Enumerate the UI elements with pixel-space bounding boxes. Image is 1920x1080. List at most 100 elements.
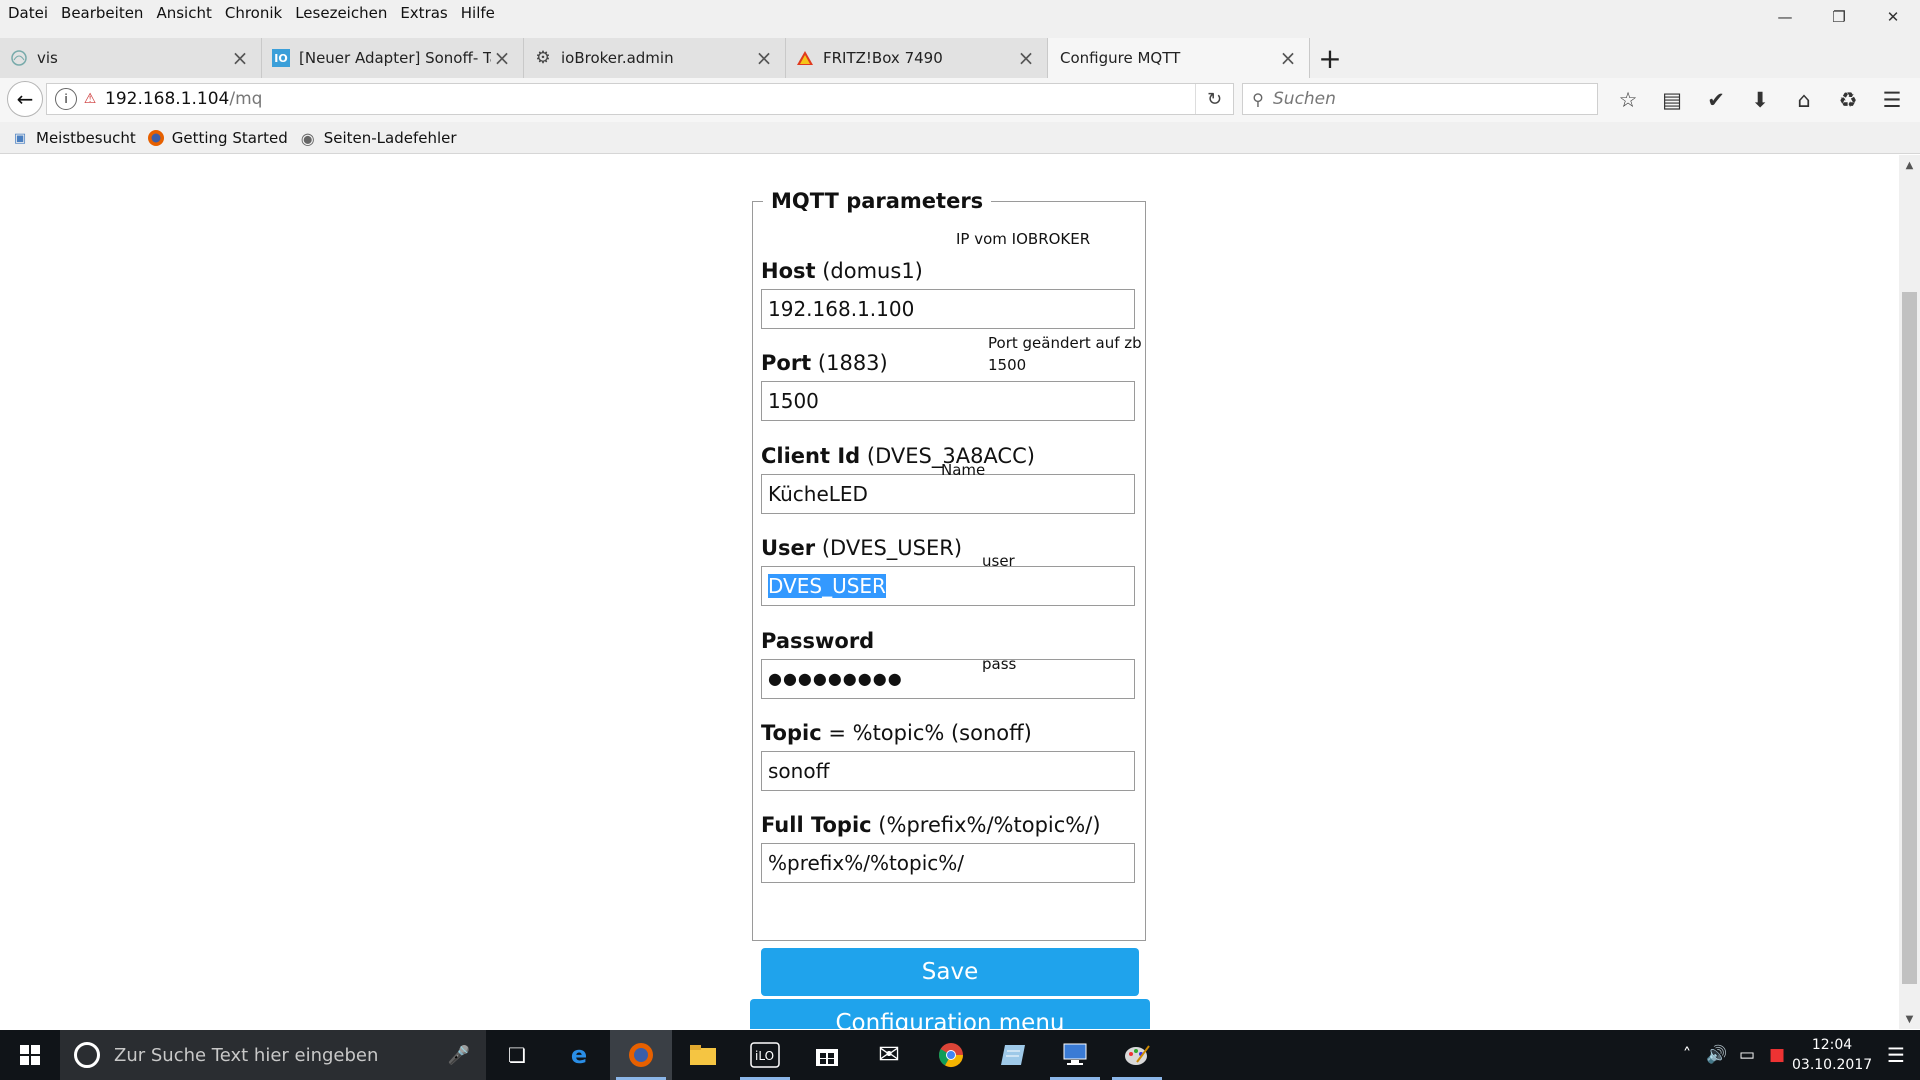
full-topic-input[interactable]: %prefix%/%topic%/	[761, 843, 1135, 883]
full-topic-hint: (%prefix%/%topic%/)	[878, 813, 1101, 837]
vis-icon	[10, 49, 28, 67]
user-annotation: user	[982, 552, 1015, 570]
search-icon: ⚲	[1252, 89, 1264, 109]
close-tab-icon[interactable]: ×	[229, 46, 251, 70]
menu-bearbeiten[interactable]: Bearbeiten	[61, 4, 143, 22]
menu-bar: Datei Bearbeiten Ansicht Chronik Lesezei…	[0, 0, 1920, 26]
client-id-input[interactable]: KücheLED	[761, 474, 1135, 514]
tab-vis[interactable]: vis ×	[0, 38, 262, 78]
topic-field-group: Topic = %topic% (sonoff) sonoff	[761, 719, 1135, 791]
host-annotation: IP vom IOBROKER	[956, 230, 1091, 248]
menu-chronik[interactable]: Chronik	[225, 4, 282, 22]
tab-configure-mqtt[interactable]: Configure MQTT ×	[1048, 38, 1310, 78]
user-field-group: User (DVES_USER) DVES_USER	[761, 534, 1135, 606]
menu-ansicht[interactable]: Ansicht	[156, 4, 211, 22]
taskbar-clock[interactable]: 12:04 03.10.2017	[1792, 1035, 1872, 1075]
home-icon[interactable]: ⌂	[1782, 78, 1826, 122]
insecure-lock-icon: ⚠	[83, 91, 97, 107]
configuration-menu-button[interactable]: Configuration menu	[750, 999, 1150, 1029]
tab-iobroker-admin[interactable]: ⚙ ioBroker.admin ×	[524, 38, 786, 78]
host-label-text: Host	[761, 259, 816, 283]
close-tab-icon[interactable]: ×	[1015, 46, 1037, 70]
scrollbar-thumb[interactable]	[1902, 292, 1917, 984]
mail-icon[interactable]: ✉	[858, 1030, 920, 1080]
close-tab-icon[interactable]: ×	[753, 46, 775, 70]
tab-sonoff-forum[interactable]: IO [Neuer Adapter] Sonoff- Tas ×	[262, 38, 524, 78]
search-bar[interactable]: ⚲ Suchen	[1242, 83, 1598, 115]
remote-desktop-icon[interactable]	[1044, 1030, 1106, 1080]
menu-hilfe[interactable]: Hilfe	[461, 4, 495, 22]
close-tab-icon[interactable]: ×	[491, 46, 513, 70]
store-icon[interactable]	[796, 1030, 858, 1080]
taskbar-apps: ❏ e iLO ✉	[486, 1030, 1168, 1080]
ilo-icon[interactable]: iLO	[734, 1030, 796, 1080]
search-placeholder: Suchen	[1273, 89, 1336, 109]
toolbar-icons: ☆ ▤ ✔ ⬇ ⌂ ♻ ☰	[1606, 78, 1914, 122]
menu-datei[interactable]: Datei	[8, 4, 48, 22]
gear-icon: ⚙	[535, 48, 551, 68]
password-label-text: Password	[761, 629, 875, 653]
close-window-button[interactable]: ✕	[1866, 0, 1920, 34]
url-bar[interactable]: i ⚠ 192.168.1.104/mq ↻	[46, 83, 1234, 115]
page-scrollbar[interactable]: ▲ ▼	[1899, 155, 1920, 1029]
password-field-group: Password ●●●●●●●●●	[761, 627, 1135, 699]
firefox-taskbar-icon[interactable]	[610, 1030, 672, 1080]
bookmark-label: Getting Started	[171, 129, 288, 147]
download-icon[interactable]: ⬇	[1738, 78, 1782, 122]
firefox-icon	[146, 128, 166, 148]
port-annotation-line2: 1500	[988, 356, 1027, 374]
antivirus-icon[interactable]: ■	[1762, 1045, 1792, 1065]
start-button[interactable]	[0, 1030, 60, 1080]
menu-extras[interactable]: Extras	[400, 4, 447, 22]
reading-list-icon[interactable]: ▤	[1650, 78, 1694, 122]
taskbar-search-box[interactable]: Zur Suche Text hier eingeben 🎤	[60, 1030, 486, 1080]
info-icon[interactable]: i	[55, 88, 77, 110]
tab-label: vis	[37, 49, 58, 67]
reload-icon[interactable]: ↻	[1195, 84, 1233, 114]
browser-chrome: Datei Bearbeiten Ansicht Chronik Lesezei…	[0, 0, 1920, 154]
microphone-icon[interactable]: 🎤	[448, 1045, 470, 1066]
star-bookmark-icon[interactable]: ☆	[1606, 78, 1650, 122]
edge-icon[interactable]: e	[548, 1030, 610, 1080]
restore-button[interactable]: ❐	[1812, 0, 1866, 34]
sync-icon[interactable]: ♻	[1826, 78, 1870, 122]
battery-icon[interactable]: ▭	[1732, 1045, 1762, 1065]
port-input[interactable]: 1500	[761, 381, 1135, 421]
iobroker-forum-icon: IO	[272, 49, 290, 67]
action-center-icon[interactable]: ☰	[1872, 1043, 1920, 1067]
chrome-icon[interactable]	[920, 1030, 982, 1080]
bookmark-getting-started[interactable]: Getting Started	[146, 128, 288, 148]
clock-date: 03.10.2017	[1792, 1057, 1873, 1073]
bookmark-meistbesucht[interactable]: ▣ Meistbesucht	[10, 128, 136, 148]
topic-hint: = %topic% (sonoff)	[828, 721, 1032, 745]
bookmark-seiten-ladefehler[interactable]: ◉ Seiten-Ladefehler	[298, 128, 457, 148]
task-view-icon[interactable]: ❏	[486, 1030, 548, 1080]
tab-fritzbox[interactable]: FRITZ!Box 7490 ×	[786, 38, 1048, 78]
chevron-up-icon[interactable]: ˄	[1672, 1045, 1702, 1065]
save-button[interactable]: Save	[761, 948, 1139, 996]
hamburger-menu-icon[interactable]: ☰	[1870, 78, 1914, 122]
bookmark-label: Meistbesucht	[36, 129, 136, 147]
scroll-down-icon[interactable]: ▼	[1899, 1009, 1920, 1029]
port-annotation-line1: Port geändert auf zb	[988, 334, 1142, 352]
windows-logo-icon	[20, 1045, 40, 1065]
user-input[interactable]: DVES_USER	[761, 566, 1135, 606]
scroll-up-icon[interactable]: ▲	[1899, 155, 1920, 175]
pocket-icon[interactable]: ✔	[1694, 78, 1738, 122]
back-button[interactable]: ←	[7, 81, 43, 117]
topic-input[interactable]: sonoff	[761, 751, 1135, 791]
minimize-button[interactable]: —	[1758, 0, 1812, 34]
full-topic-label-text: Full Topic	[761, 813, 872, 837]
volume-icon[interactable]: 🔊	[1702, 1045, 1732, 1065]
notepad-icon[interactable]	[982, 1030, 1044, 1080]
password-input[interactable]: ●●●●●●●●●	[761, 659, 1135, 699]
full-topic-field-group: Full Topic (%prefix%/%topic%/) %prefix%/…	[761, 811, 1135, 883]
user-label: User (DVES_USER)	[761, 534, 1135, 562]
file-explorer-icon[interactable]	[672, 1030, 734, 1080]
paint-icon[interactable]	[1106, 1030, 1168, 1080]
host-input[interactable]: 192.168.1.100	[761, 289, 1135, 329]
new-tab-button[interactable]: +	[1310, 38, 1350, 78]
host-field-group: Host (domus1) 192.168.1.100	[761, 257, 1135, 329]
close-tab-icon[interactable]: ×	[1277, 46, 1299, 70]
menu-lesezeichen[interactable]: Lesezeichen	[295, 4, 387, 22]
